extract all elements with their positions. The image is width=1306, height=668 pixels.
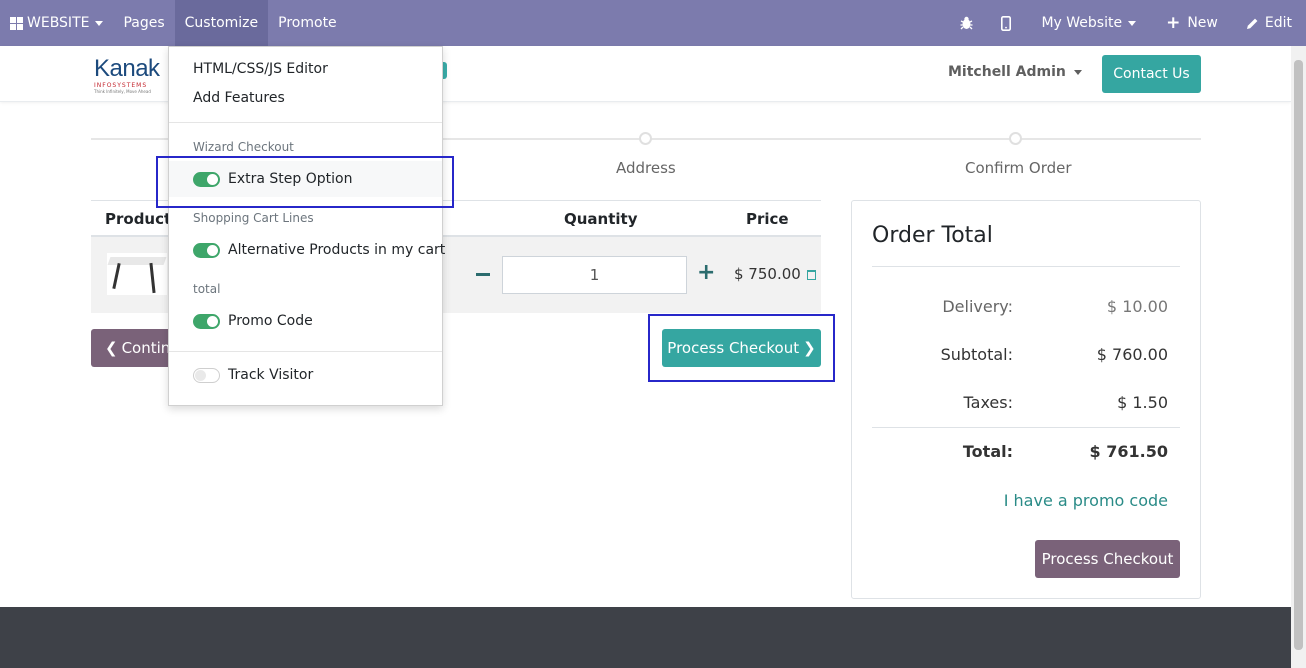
continue-label: Continu (121, 339, 171, 357)
total-label: Total: (962, 442, 1013, 461)
wizard-step-confirm-dot (1009, 132, 1022, 145)
highlight-process-checkout (648, 314, 835, 382)
plus-icon: + (1166, 13, 1181, 33)
caret-down-icon (1073, 69, 1082, 75)
mobile-icon (1001, 15, 1012, 31)
logo-text: Kanak (94, 55, 160, 82)
logo-tagline: Think Infinitely, Move Ahead (94, 89, 151, 94)
wizard-checkout-header: Wizard Checkout (193, 140, 294, 154)
customize-menu[interactable]: Customize (174, 0, 269, 46)
toggle-switch-icon (193, 313, 220, 329)
user-name: Mitchell Admin (948, 64, 1066, 80)
order-process-checkout-button[interactable]: Process Checkout (1035, 540, 1180, 578)
quantity-column-header: Quantity (564, 210, 638, 228)
toggle-switch-icon (193, 242, 220, 258)
wizard-step-confirm-order[interactable]: Confirm Order (965, 159, 1072, 177)
html-editor-item[interactable]: HTML/CSS/JS Editor (193, 61, 328, 77)
menu-divider (169, 351, 442, 352)
divider (872, 427, 1180, 428)
toggle-switch-icon (193, 367, 220, 383)
new-button[interactable]: + New (1152, 0, 1232, 46)
track-visitor-toggle[interactable]: Track Visitor (169, 357, 442, 393)
delivery-label: Delivery: (942, 297, 1013, 316)
promo-code-link[interactable]: I have a promo code (1004, 491, 1168, 510)
apps-grid-icon (10, 16, 23, 30)
product-column-header: Product (105, 210, 172, 228)
wizard-step-address[interactable]: Address (616, 159, 676, 177)
pages-menu[interactable]: Pages (113, 0, 174, 46)
contact-us-button[interactable]: Contact Us (1102, 55, 1201, 93)
taxes-value: $ 1.50 (1117, 393, 1168, 412)
my-website-label: My Website (1041, 15, 1123, 31)
bug-icon (960, 16, 973, 30)
admin-navbar: WEBSITE Pages Customize Promote My Websi… (0, 0, 1306, 46)
scrollbar-thumb[interactable] (1294, 60, 1303, 650)
mobile-preview-button[interactable] (987, 0, 1025, 46)
wizard-step-address-dot (639, 132, 652, 145)
total-value: $ 761.50 (1089, 442, 1168, 461)
alternative-products-toggle[interactable]: Alternative Products in my cart (169, 232, 446, 268)
menu-divider (169, 122, 442, 123)
highlight-extra-step-option (156, 156, 454, 208)
promo-code-label: Promo Code (228, 313, 313, 329)
promo-code-toggle[interactable]: Promo Code (169, 303, 442, 339)
quantity-input[interactable]: 1 (502, 256, 687, 294)
promote-menu[interactable]: Promote (268, 0, 347, 46)
order-total-title: Order Total (872, 223, 993, 248)
alternative-products-label: Alternative Products in my cart (228, 242, 446, 258)
divider (872, 266, 1180, 267)
chevron-left-icon: ❮ (105, 339, 118, 357)
new-label: New (1187, 15, 1218, 31)
line-price: $ 750.00 (734, 265, 801, 283)
caret-down-icon (95, 20, 104, 26)
shopping-cart-lines-header: Shopping Cart Lines (193, 211, 314, 225)
add-features-item[interactable]: Add Features (193, 90, 285, 106)
caret-down-icon (1128, 20, 1137, 26)
page-scrollbar[interactable] (1291, 46, 1306, 668)
subtotal-label: Subtotal: (940, 345, 1013, 364)
quantity-decrease-button[interactable] (476, 273, 490, 276)
user-menu[interactable]: Mitchell Admin (948, 64, 1082, 80)
pencil-icon (1246, 18, 1258, 29)
site-footer (0, 607, 1291, 668)
website-menu-label: WEBSITE (27, 15, 90, 31)
taxes-label: Taxes: (963, 393, 1013, 412)
website-menu[interactable]: WEBSITE (0, 0, 113, 46)
total-section-header: total (193, 282, 221, 296)
quantity-increase-button[interactable]: + (697, 262, 715, 284)
edit-label: Edit (1264, 15, 1292, 31)
order-total-card: Order Total Delivery: $ 10.00 Subtotal: … (851, 200, 1201, 599)
price-column-header: Price (746, 210, 789, 228)
debug-button[interactable] (946, 0, 987, 46)
subtotal-value: $ 760.00 (1096, 345, 1168, 364)
continue-shopping-button[interactable]: ❮ Continu (91, 329, 171, 367)
product-image[interactable] (107, 253, 167, 295)
logo-subtext: INFOSYSTEMS (94, 82, 148, 89)
trash-icon[interactable] (807, 270, 816, 280)
track-visitor-label: Track Visitor (228, 367, 314, 383)
customize-dropdown: HTML/CSS/JS Editor Add Features Wizard C… (168, 46, 446, 406)
my-website-menu[interactable]: My Website (1025, 0, 1152, 46)
edit-button[interactable]: Edit (1232, 0, 1306, 46)
delivery-value: $ 10.00 (1106, 297, 1168, 316)
company-logo[interactable]: Kanak INFOSYSTEMS Think Infinitely, Move… (94, 55, 174, 95)
